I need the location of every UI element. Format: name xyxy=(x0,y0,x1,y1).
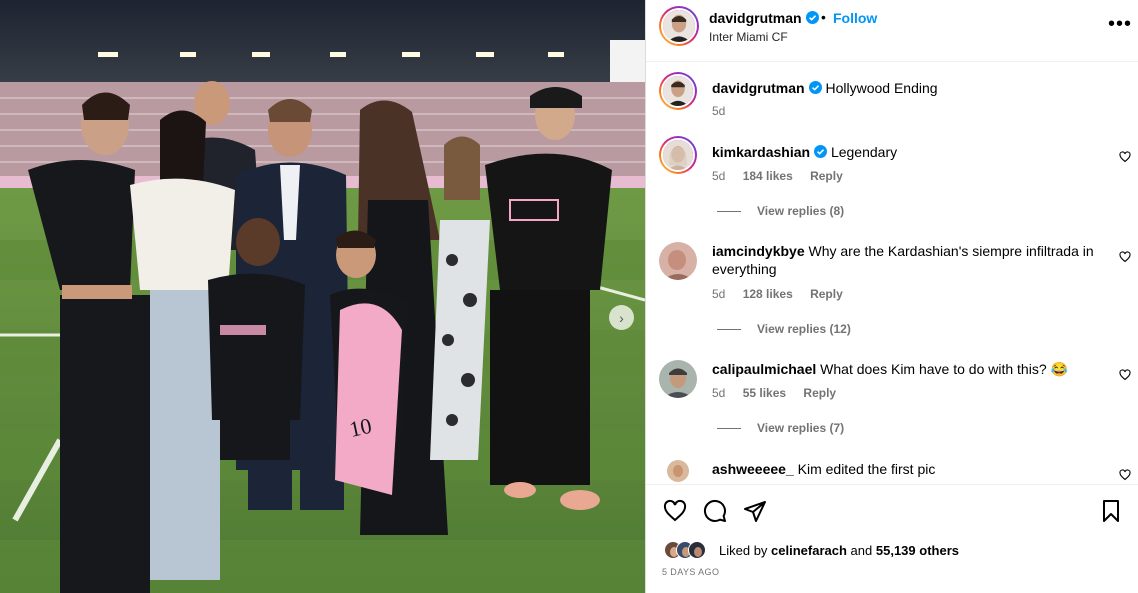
comment-avatar[interactable] xyxy=(667,460,689,482)
liked-by-user[interactable]: celinefarach xyxy=(771,543,847,558)
comment-avatar[interactable] xyxy=(659,242,697,280)
author-avatar[interactable] xyxy=(659,6,699,46)
reply-button[interactable]: Reply xyxy=(810,169,843,183)
comment-username[interactable]: ashweeeee_ xyxy=(712,461,794,477)
stadium-photo-illustration: 10 xyxy=(0,0,645,593)
verified-icon xyxy=(805,11,819,24)
comments-list[interactable]: davidgrutman Hollywood Ending 5d kimkard… xyxy=(646,62,1138,484)
comment-icon[interactable] xyxy=(703,499,727,523)
comment-avatar[interactable] xyxy=(659,360,697,398)
heart-icon[interactable] xyxy=(1119,251,1131,263)
comment-meta: 5d 55 likes Reply xyxy=(712,386,850,400)
post-photo[interactable]: 10 › xyxy=(0,0,645,593)
comment-username[interactable]: iamcindykbye xyxy=(712,243,805,259)
caption-time[interactable]: 5d xyxy=(712,104,725,118)
post-actions: Liked by celinefarach and 55,139 others … xyxy=(646,484,1138,593)
comment-username[interactable]: kimkardashian xyxy=(712,144,810,160)
comment-time[interactable]: 5d xyxy=(712,287,725,301)
more-options-icon[interactable]: ••• xyxy=(1108,14,1132,34)
liked-by-others[interactable]: 55,139 others xyxy=(876,543,959,558)
caption-body: Hollywood Ending xyxy=(825,80,938,96)
comment-text: iamcindykbye Why are the Kardashian's si… xyxy=(712,242,1102,278)
comment-body: Kim edited the first pic xyxy=(797,461,936,477)
caption-username[interactable]: davidgrutman xyxy=(712,80,805,96)
comment-likes[interactable]: 128 likes xyxy=(743,287,793,301)
comment-body: Legendary xyxy=(830,144,898,160)
comment-time[interactable]: 5d xyxy=(712,169,725,183)
comment-text: ashweeeee_ Kim edited the first pic xyxy=(712,460,1102,478)
caption-meta: 5d xyxy=(712,104,739,118)
verified-icon xyxy=(814,145,828,158)
liked-by-text: Liked by celinefarach and 55,139 others xyxy=(719,543,959,558)
comment-likes[interactable]: 184 likes xyxy=(743,169,793,183)
liker-avatar xyxy=(688,541,706,559)
view-replies-button[interactable]: View replies (7) xyxy=(717,421,844,435)
like-heart-icon[interactable] xyxy=(663,499,687,523)
caption-avatar[interactable] xyxy=(659,72,697,110)
view-replies-button[interactable]: View replies (12) xyxy=(717,322,851,336)
reply-button[interactable]: Reply xyxy=(810,287,843,301)
reply-button[interactable]: Reply xyxy=(803,386,836,400)
heart-icon[interactable] xyxy=(1119,369,1131,381)
post-side-panel: davidgrutman • Follow Inter Miami CF •••… xyxy=(645,0,1138,593)
comment-text: calipaulmichael What does Kim have to do… xyxy=(712,360,1102,378)
post-header: davidgrutman • Follow Inter Miami CF ••• xyxy=(646,0,1138,62)
comment-meta: 5d 184 likes Reply xyxy=(712,169,857,183)
comment-meta: 5d 128 likes Reply xyxy=(712,287,857,301)
next-photo-button[interactable]: › xyxy=(609,305,634,330)
comment-username[interactable]: calipaulmichael xyxy=(712,361,816,377)
post-location[interactable]: Inter Miami CF xyxy=(709,30,788,44)
follow-button[interactable]: Follow xyxy=(833,10,877,26)
comment-body: What does Kim have to do with this? 😂 xyxy=(820,361,1068,377)
liked-by-connector: and xyxy=(850,543,873,558)
liked-by-prefix: Liked by xyxy=(719,543,768,558)
post-dialog: 10 › davidgrutman • Follow Inter Miami C… xyxy=(0,0,1138,593)
chevron-right-icon: › xyxy=(619,309,624,326)
caption-text: davidgrutman Hollywood Ending xyxy=(712,79,1102,97)
bookmark-icon[interactable] xyxy=(1099,499,1123,523)
view-replies-button[interactable]: View replies (8) xyxy=(717,204,844,218)
verified-icon xyxy=(808,81,822,94)
author-username[interactable]: davidgrutman xyxy=(709,10,819,26)
comment-avatar[interactable] xyxy=(659,136,697,174)
separator-dot: • xyxy=(821,9,826,25)
comment-text: kimkardashian Legendary xyxy=(712,143,1102,161)
share-icon[interactable] xyxy=(743,499,767,523)
comment-likes[interactable]: 55 likes xyxy=(743,386,786,400)
heart-icon[interactable] xyxy=(1119,469,1131,481)
comment-time[interactable]: 5d xyxy=(712,386,725,400)
heart-icon[interactable] xyxy=(1119,151,1131,163)
post-date[interactable]: 5 DAYS AGO xyxy=(662,567,719,577)
